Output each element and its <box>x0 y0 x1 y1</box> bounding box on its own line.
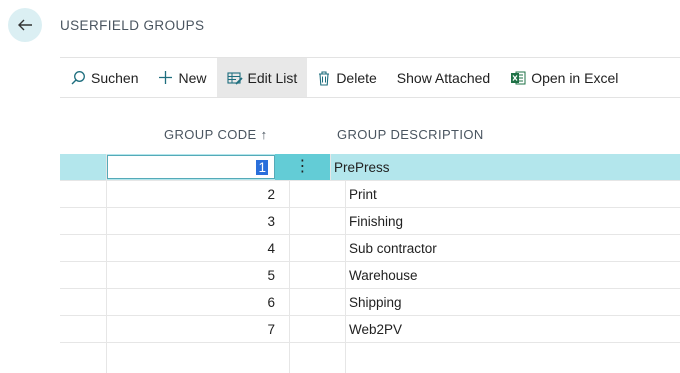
open-in-excel-label: Open in Excel <box>531 69 619 86</box>
group-description-cell[interactable]: PrePress <box>331 154 680 180</box>
arrow-left-icon <box>18 19 32 31</box>
edit-list-button[interactable]: Edit List <box>216 58 308 97</box>
plus-icon <box>158 70 173 85</box>
show-attached-label: Show Attached <box>396 69 491 86</box>
more-vertical-icon: ⋮ <box>294 158 311 175</box>
action-bar: Suchen New Edit List Delete Show Attache… <box>60 57 680 98</box>
column-header-group-code[interactable]: GROUP CODE ↑ <box>164 127 268 142</box>
group-description-cell[interactable]: Web2PV <box>346 316 680 342</box>
group-code-cell[interactable]: 3 <box>107 208 290 234</box>
table-row[interactable]: 2 Print <box>60 181 680 208</box>
row-selector[interactable] <box>60 343 107 373</box>
row-actions-cell <box>290 181 346 207</box>
excel-icon <box>510 70 526 86</box>
row-actions-button[interactable]: ⋮ <box>275 154 331 180</box>
new-button[interactable]: New <box>148 58 216 97</box>
table-row[interactable]: 3 Finishing <box>60 208 680 235</box>
show-attached-button[interactable]: Show Attached <box>387 58 500 97</box>
group-description-cell[interactable] <box>346 343 680 373</box>
group-description-cell[interactable]: Shipping <box>346 289 680 315</box>
table-row[interactable]: 1 ⋮ PrePress <box>60 154 680 181</box>
row-selector[interactable] <box>60 208 107 234</box>
back-button[interactable] <box>8 8 42 42</box>
open-in-excel-button[interactable]: Open in Excel <box>500 58 628 97</box>
edit-list-icon <box>226 70 243 86</box>
search-label: Suchen <box>91 69 139 86</box>
group-code-cell[interactable]: 6 <box>107 289 290 315</box>
edit-list-label: Edit List <box>247 69 298 86</box>
row-actions-cell <box>290 208 346 234</box>
column-header-group-description[interactable]: GROUP DESCRIPTION <box>337 127 484 142</box>
group-code-cell[interactable]: 4 <box>107 235 290 261</box>
search-button[interactable]: Suchen <box>60 58 148 97</box>
group-code-input[interactable]: 1 <box>107 155 275 179</box>
row-actions-cell <box>290 235 346 261</box>
row-actions-cell <box>290 289 346 315</box>
table-row[interactable]: 7 Web2PV <box>60 316 680 343</box>
row-selector[interactable] <box>60 316 107 342</box>
group-description-cell[interactable]: Warehouse <box>346 262 680 288</box>
new-row-placeholder[interactable] <box>60 343 680 373</box>
row-selector[interactable] <box>60 289 107 315</box>
table-row[interactable]: 4 Sub contractor <box>60 235 680 262</box>
delete-button[interactable]: Delete <box>307 58 386 97</box>
new-label: New <box>178 69 207 86</box>
group-description-cell[interactable]: Print <box>346 181 680 207</box>
table-row[interactable]: 6 Shipping <box>60 289 680 316</box>
group-code-value: 1 <box>256 159 268 175</box>
data-grid: 1 ⋮ PrePress 2 Print 3 Finishing 4 Sub c… <box>60 154 680 373</box>
page-title: USERFIELD GROUPS <box>60 18 205 33</box>
delete-label: Delete <box>336 69 377 86</box>
group-code-cell[interactable]: 2 <box>107 181 290 207</box>
group-code-cell[interactable] <box>107 343 290 373</box>
row-selector[interactable] <box>60 262 107 288</box>
trash-icon <box>317 70 331 86</box>
row-actions-cell <box>290 343 346 373</box>
group-description-cell[interactable]: Finishing <box>346 208 680 234</box>
row-selector[interactable] <box>60 235 107 261</box>
search-icon <box>70 70 86 86</box>
group-code-cell[interactable]: 7 <box>107 316 290 342</box>
row-selector[interactable] <box>60 181 107 207</box>
group-description-cell[interactable]: Sub contractor <box>346 235 680 261</box>
row-actions-cell <box>290 316 346 342</box>
row-actions-cell <box>290 262 346 288</box>
group-code-cell[interactable]: 5 <box>107 262 290 288</box>
row-selector[interactable] <box>60 154 107 180</box>
table-row[interactable]: 5 Warehouse <box>60 262 680 289</box>
